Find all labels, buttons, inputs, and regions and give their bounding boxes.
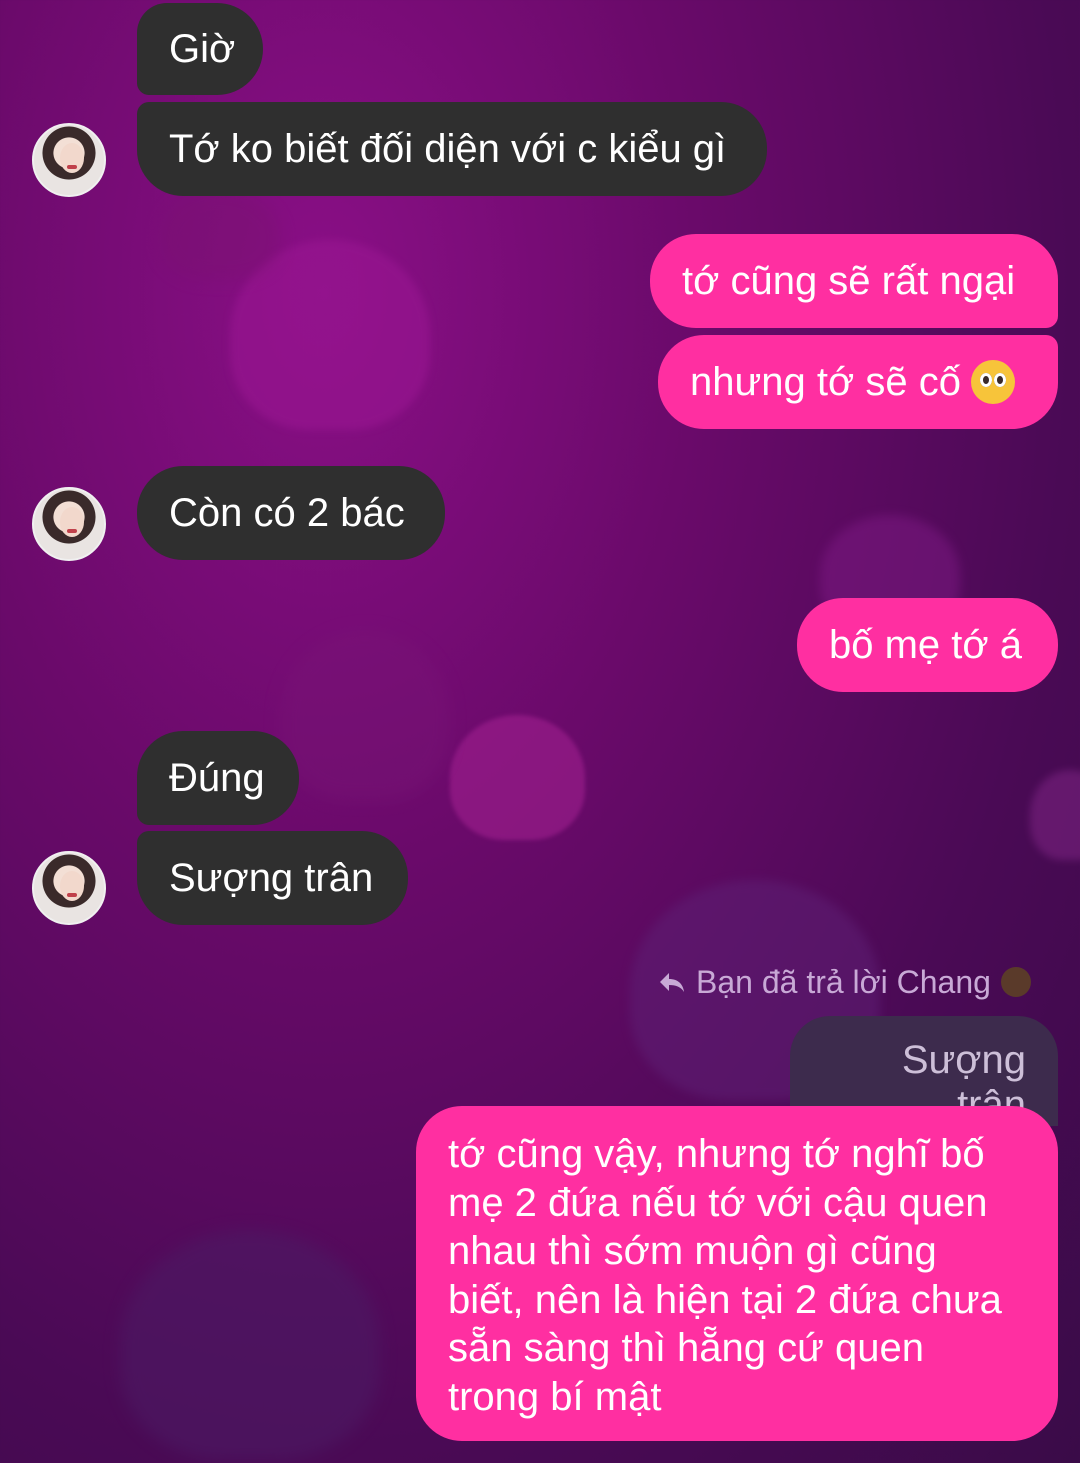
message-text: Sượng trân xyxy=(169,856,374,900)
message-text: Giờ xyxy=(169,27,236,71)
message-text: Tớ ko biết đối diện với c kiểu gì xyxy=(169,127,727,171)
message-line: tớ cũng vậy, nhưng tớ nghĩ bố xyxy=(448,1132,985,1176)
message-line: mẹ 2 đứa nếu tớ với cậu quen xyxy=(448,1180,988,1225)
message-bubble-outgoing[interactable]: tớ cũng sẽ rất ngại xyxy=(650,234,1058,328)
reply-header: Bạn đã trả lời Chang xyxy=(658,960,1031,1004)
message-bubble-incoming[interactable]: Còn có 2 bác xyxy=(137,466,445,560)
message-line: trong bí mật xyxy=(448,1374,662,1419)
message-bubble-outgoing[interactable]: tớ cũng vậy, nhưng tớ nghĩ bố mẹ 2 đứa n… xyxy=(416,1106,1058,1441)
message-bubble-incoming[interactable]: Sượng trân xyxy=(137,831,408,925)
avatar[interactable] xyxy=(32,487,106,561)
avatar[interactable] xyxy=(32,851,106,925)
message-text: nhưng tớ sẽ cố xyxy=(690,360,961,404)
pleading-face-emoji-icon xyxy=(970,360,1015,404)
message-text: tớ cũng sẽ rất ngại xyxy=(682,259,1016,303)
message-line: sẵn sàng thì hẵng cứ quen xyxy=(448,1326,925,1370)
reply-arrow-icon xyxy=(660,973,684,992)
message-text: Còn có 2 bác xyxy=(169,491,405,535)
message-text: Đúng xyxy=(169,756,265,800)
person-emoji-icon xyxy=(1000,967,1031,997)
message-bubble-outgoing[interactable]: nhưng tớ sẽ cố xyxy=(658,335,1058,429)
message-bubble-outgoing[interactable]: bố mẹ tớ á xyxy=(797,598,1058,692)
message-bubble-incoming[interactable]: Tớ ko biết đối diện với c kiểu gì xyxy=(137,102,767,196)
message-bubble-incoming[interactable]: Đúng xyxy=(137,731,299,825)
reply-label-text: Bạn đã trả lời Chang xyxy=(696,963,991,1000)
message-text: bố mẹ tớ á xyxy=(829,623,1022,667)
message-bubble-incoming[interactable]: Giờ xyxy=(137,3,263,95)
message-line: nhau thì sớm muộn gì cũng xyxy=(448,1229,937,1273)
message-line: biết, nên là hiện tại 2 đứa chưa xyxy=(448,1277,1002,1322)
avatar[interactable] xyxy=(32,123,106,197)
